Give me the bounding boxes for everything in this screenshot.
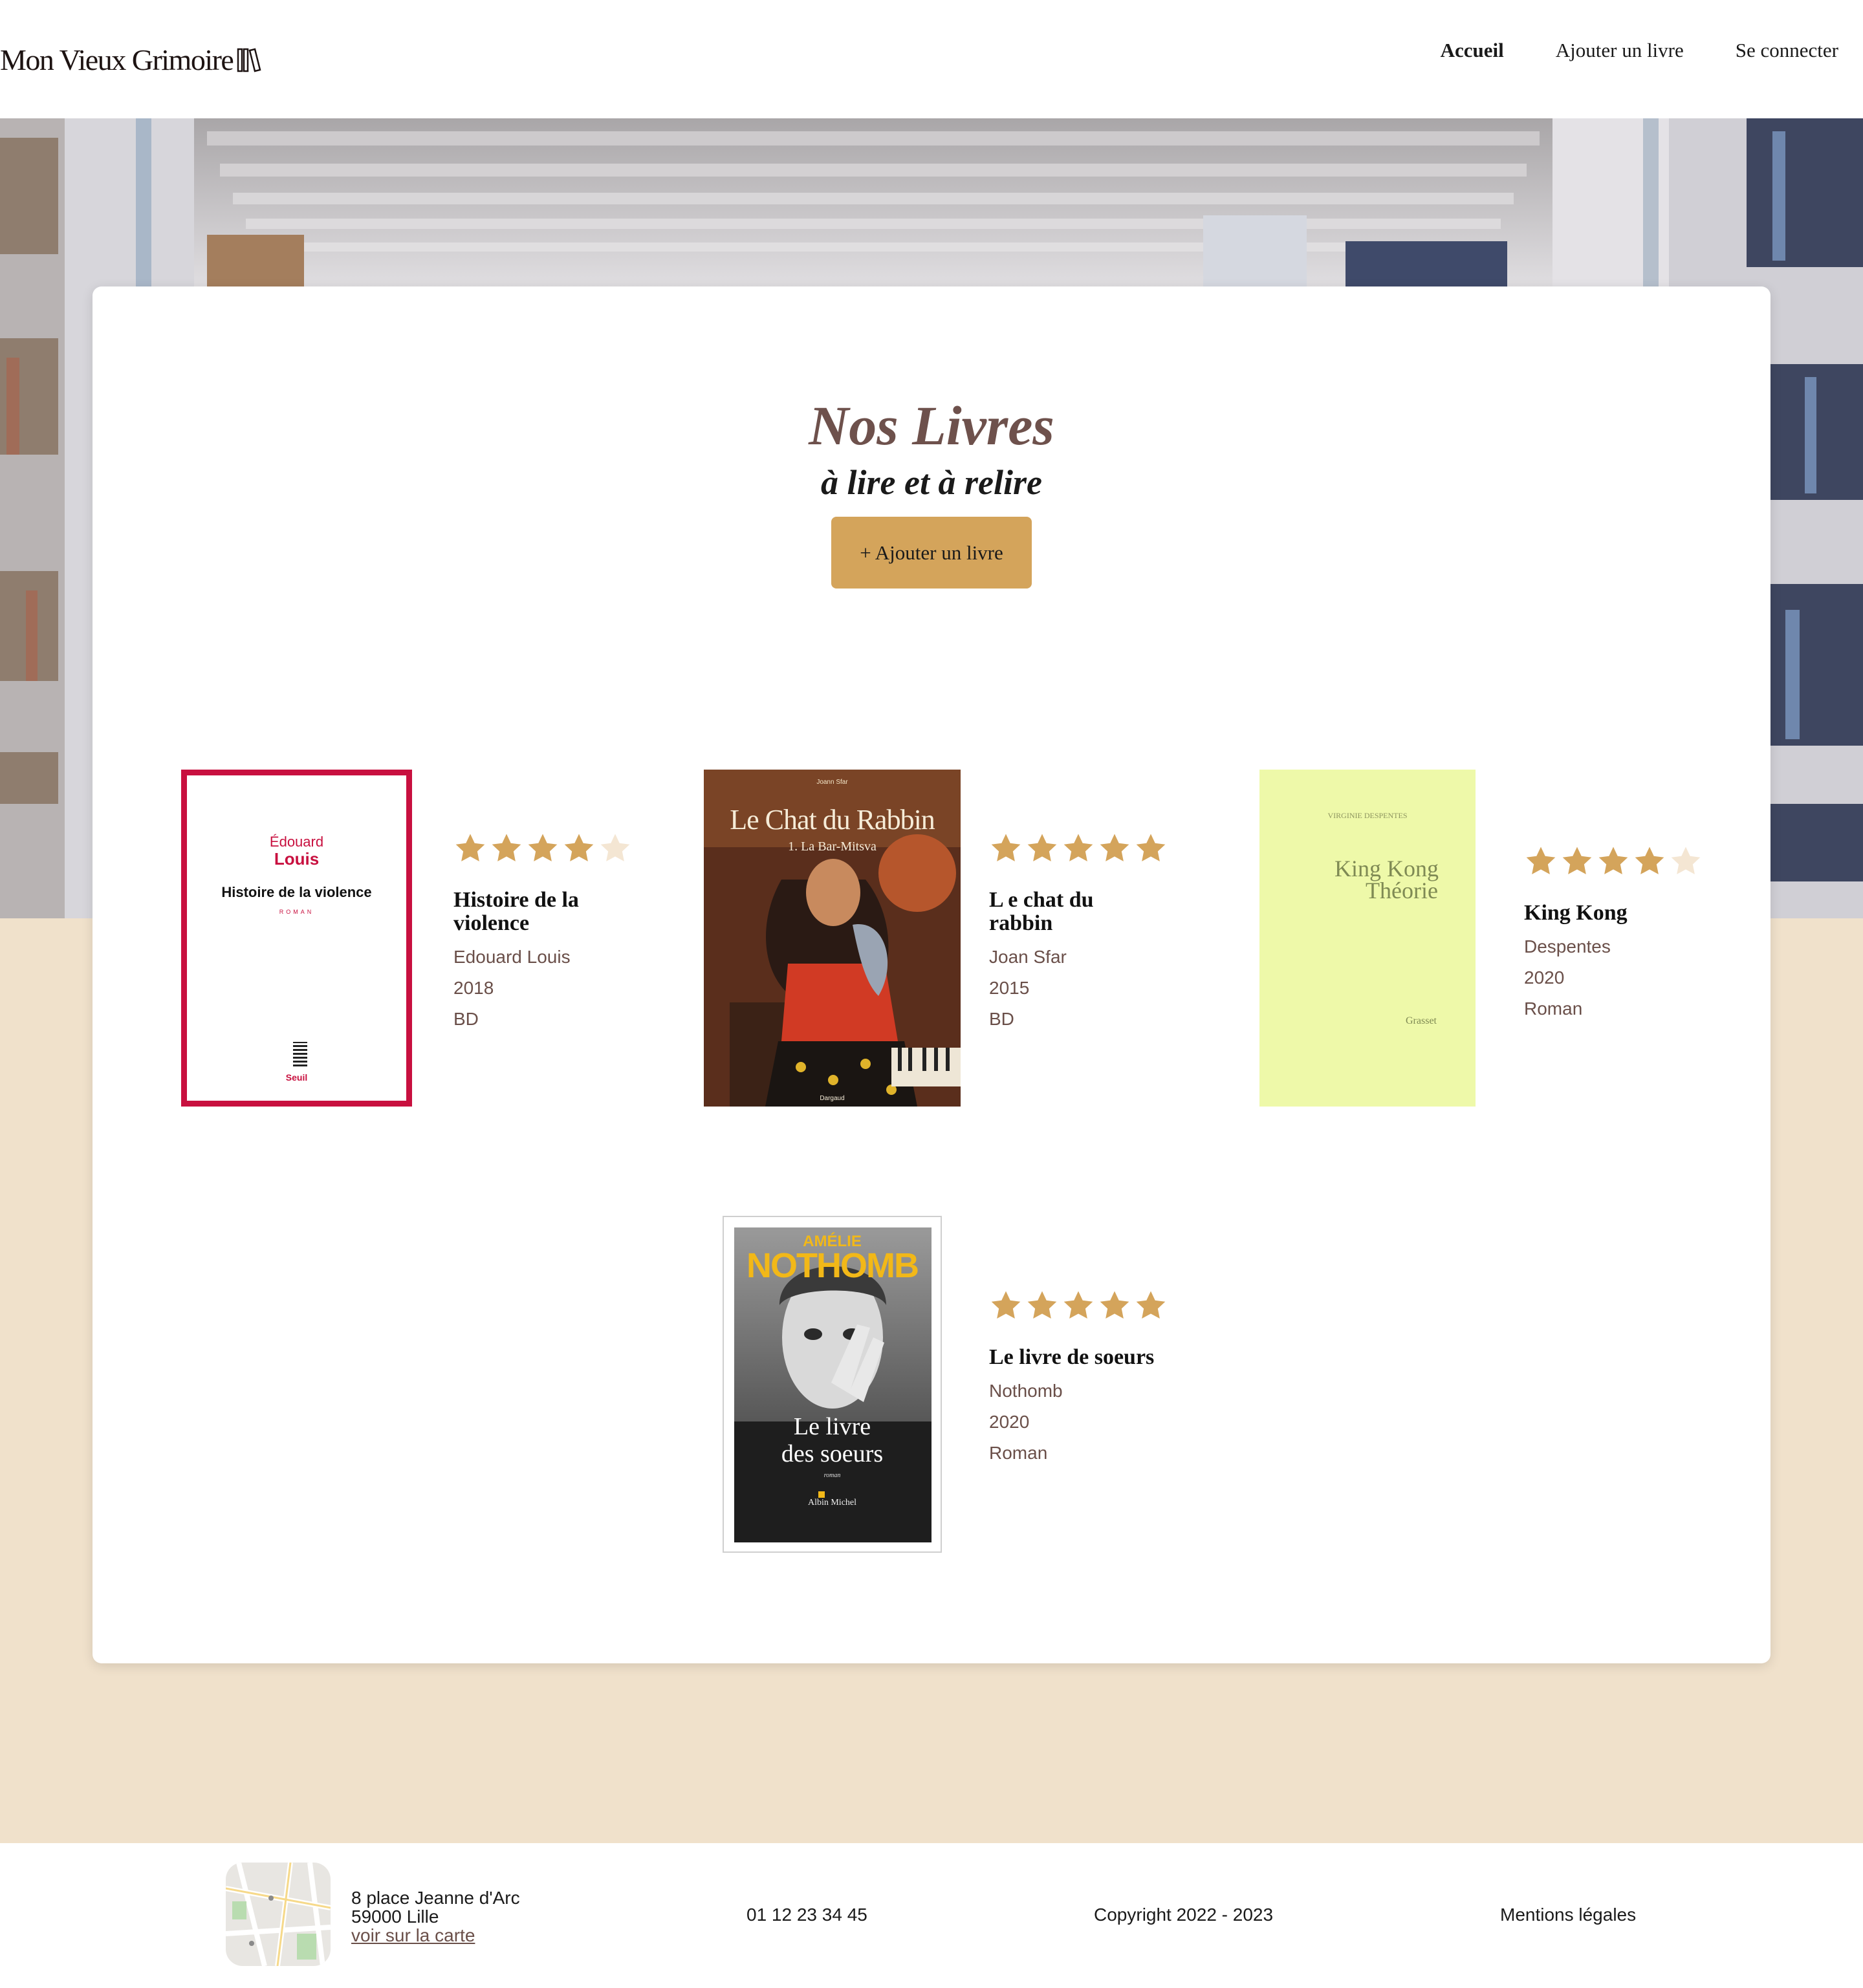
book-cover: Édouard Louis Histoire de la violence RO…	[181, 770, 412, 1107]
star-icon	[991, 1291, 1021, 1319]
publisher-logo-icon	[293, 1042, 307, 1066]
book-year: 2018	[453, 978, 494, 998]
cover-publisher: Dargaud	[820, 1095, 845, 1102]
cover-line1: Le livre	[793, 1413, 871, 1440]
copyright: Copyright 2022 - 2023	[1094, 1905, 1274, 1925]
book-title: Histoire de la violence	[453, 888, 579, 935]
book-genre: BD	[989, 1009, 1014, 1029]
book-title: L e chat du rabbin	[989, 888, 1094, 935]
cover-author-last: NOTHOMB	[746, 1246, 919, 1285]
star-icon	[1063, 834, 1093, 861]
book-card[interactable]: Édouard Louis Histoire de la violence RO…	[181, 770, 647, 1107]
books-panel: Nos Livres à lire et à relire + Ajouter …	[93, 286, 1770, 1663]
book-card[interactable]: AMÉLIE NOTHOMB Le livre des soeurs roman…	[723, 1216, 1188, 1553]
cover-line2: des soeurs	[781, 1440, 884, 1467]
star-icon	[528, 834, 558, 861]
page-title: Nos Livres	[809, 394, 1054, 457]
book-title: Le livre de soeurs	[989, 1345, 1155, 1369]
cover-author-first: Édouard	[269, 834, 324, 850]
rating-stars	[989, 1289, 1196, 1323]
cover-line2: Théorie	[1366, 878, 1438, 903]
star-icon	[1100, 834, 1129, 861]
star-icon	[1063, 1291, 1093, 1319]
map-link[interactable]: voir sur la carte	[351, 1925, 475, 1945]
rating-stars	[1524, 845, 1703, 878]
address-line1: 8 place Jeanne d'Arc	[351, 1888, 520, 1908]
cover-title: Le Chat du Rabbin	[730, 804, 935, 836]
rating-stars	[453, 832, 632, 865]
cover-subtitle: 1. La Bar-Mitsva	[788, 839, 877, 854]
star-icon	[991, 834, 1021, 861]
star-icon	[1526, 847, 1556, 874]
book-author: Nothomb	[989, 1381, 1063, 1401]
nav-link-se-connecter[interactable]: Se connecter	[1736, 39, 1838, 62]
book-cover: AMÉLIE NOTHOMB Le livre des soeurs roman…	[723, 1216, 942, 1553]
book-card[interactable]: Joann Sfar Le Chat du Rabbin 1. La Bar-M…	[704, 770, 1170, 1107]
cover-book-title: Histoire de la violence	[221, 884, 372, 900]
book-title: King Kong	[1524, 901, 1628, 925]
books-icon	[237, 48, 261, 72]
book-author: Edouard Louis	[453, 947, 571, 967]
map-icon	[226, 1863, 331, 1966]
star-icon	[1100, 1291, 1129, 1319]
cover-publisher: Grasset	[1406, 1015, 1437, 1026]
star-icon	[600, 834, 630, 861]
nav-link-ajouter-livre[interactable]: Ajouter un livre	[1556, 39, 1684, 62]
page-subtitle: à lire et à relire	[821, 463, 1042, 502]
book-year: 2020	[1524, 967, 1565, 988]
logo-text: Mon Vieux Grimoire	[0, 43, 234, 76]
address-block: 8 place Jeanne d'Arc 59000 Lille voir su…	[351, 1888, 520, 1945]
cover-author: VIRGINIE DESPENTES	[1327, 811, 1408, 820]
rating-stars	[989, 832, 1168, 865]
cover-label: roman	[823, 1472, 841, 1479]
star-icon	[1027, 834, 1057, 861]
address-line2: 59000 Lille	[351, 1907, 439, 1927]
star-icon	[492, 834, 521, 861]
phone-number: 01 12 23 34 45	[746, 1905, 867, 1925]
site-logo[interactable]: Mon Vieux Grimoire	[0, 40, 261, 79]
star-icon	[1671, 847, 1701, 874]
add-book-button[interactable]: + Ajouter un livre	[831, 517, 1032, 589]
book-genre: Roman	[1524, 999, 1583, 1019]
star-icon	[1136, 834, 1166, 861]
legal-link[interactable]: Mentions légales	[1500, 1905, 1636, 1925]
cover-label: ROMAN	[279, 909, 314, 915]
book-author: Joan Sfar	[989, 947, 1067, 967]
star-icon	[1598, 847, 1628, 874]
star-icon	[564, 834, 594, 861]
book-genre: Roman	[989, 1443, 1048, 1463]
main-nav: Accueil Ajouter un livre Se connecter	[1441, 39, 1838, 62]
book-cover: Joann Sfar Le Chat du Rabbin 1. La Bar-M…	[704, 770, 961, 1107]
star-icon	[455, 834, 485, 861]
star-icon	[1635, 847, 1664, 874]
book-cover: VIRGINIE DESPENTES King Kong Théorie Gra…	[1259, 770, 1476, 1107]
cover-publisher: Albin Michel	[807, 1498, 857, 1507]
map-thumbnail[interactable]	[226, 1863, 331, 1966]
book-card[interactable]: VIRGINIE DESPENTES King Kong Théorie Gra…	[1259, 770, 1725, 1107]
site-header: Mon Vieux Grimoire Accueil Ajouter un li…	[0, 0, 1863, 118]
star-icon	[1562, 847, 1592, 874]
nav-link-accueil[interactable]: Accueil	[1441, 39, 1504, 62]
cover-author-last: Louis	[274, 849, 320, 869]
site-footer: 8 place Jeanne d'Arc 59000 Lille voir su…	[0, 1843, 1863, 1988]
cover-top-author: Joann Sfar	[816, 779, 848, 786]
star-icon	[1136, 1291, 1166, 1319]
book-year: 2020	[989, 1412, 1030, 1432]
book-author: Despentes	[1524, 936, 1611, 956]
book-genre: BD	[453, 1009, 479, 1029]
star-icon	[1027, 1291, 1057, 1319]
book-year: 2015	[989, 978, 1030, 998]
cover-publisher: Seuil	[285, 1072, 308, 1083]
